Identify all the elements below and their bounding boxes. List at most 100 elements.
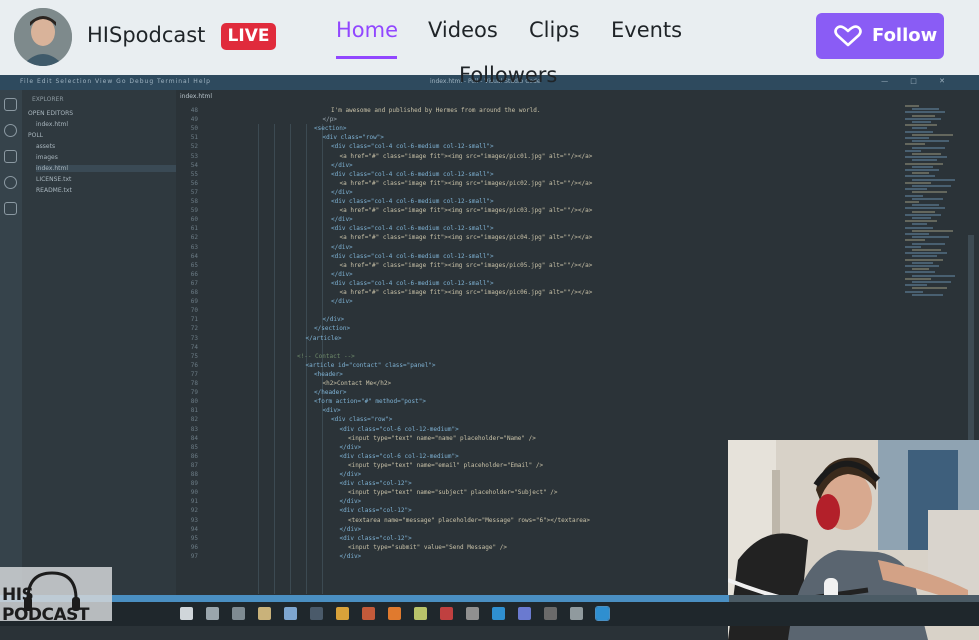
task-view-icon[interactable] xyxy=(232,607,245,620)
firefox-icon[interactable] xyxy=(388,607,401,620)
avatar[interactable] xyxy=(14,8,72,66)
minimap-line xyxy=(905,233,929,235)
line-number: 58 xyxy=(190,198,198,205)
code-line: </div> xyxy=(339,498,362,506)
line-number: 68 xyxy=(190,289,198,296)
tab-videos[interactable]: Videos xyxy=(428,18,498,42)
chrome-icon[interactable] xyxy=(336,607,349,620)
minimap-line xyxy=(912,127,927,130)
minimap-line xyxy=(905,239,925,242)
windows-taskbar xyxy=(0,602,979,626)
line-number: 60 xyxy=(190,216,198,224)
code-line: </div> xyxy=(339,525,362,533)
minimap-line xyxy=(912,217,931,219)
minimap-line xyxy=(912,133,953,136)
minimap-line xyxy=(905,156,947,159)
code-line: <div class="col-4 col-6-medium col-12-sm… xyxy=(331,198,494,205)
minimap-line xyxy=(912,121,931,123)
code-line: <a href="#" class="image fit"><img src="… xyxy=(339,289,593,296)
minimap-line xyxy=(905,258,943,261)
tree-item-selected: index.html xyxy=(36,165,176,172)
follow-label: Follow xyxy=(872,25,938,46)
tree-item: OPEN EDITORS xyxy=(28,110,74,117)
tree-item: index.html xyxy=(36,121,68,128)
code-line: <article id="contact" class="panel"> xyxy=(305,361,436,369)
code-line: <input type="submit" value="Send Message… xyxy=(348,543,507,551)
playback-progress[interactable] xyxy=(0,595,979,602)
minimap-line xyxy=(905,284,927,287)
line-number: 50 xyxy=(190,125,198,133)
minimap-line xyxy=(912,293,943,296)
code-line: <div class="col-4 col-6-medium col-12-sm… xyxy=(331,252,494,260)
vscode-icon[interactable] xyxy=(492,607,505,620)
tree-item: assets xyxy=(36,143,56,150)
code-line: <div class="col-6 col-12-medium"> xyxy=(339,452,459,460)
tab-home[interactable]: Home xyxy=(336,18,398,42)
minimap[interactable] xyxy=(905,105,965,305)
tab-clips[interactable]: Clips xyxy=(529,18,580,42)
minimap-line xyxy=(905,105,919,107)
obs-icon[interactable] xyxy=(544,607,557,620)
line-number: 93 xyxy=(190,516,198,524)
search-icon[interactable] xyxy=(206,607,219,620)
minimap-line xyxy=(905,265,939,267)
line-number: 65 xyxy=(190,261,198,269)
line-number: 63 xyxy=(190,243,198,251)
line-number: 92 xyxy=(190,507,198,515)
channel-name[interactable]: HISpodcast xyxy=(87,23,205,47)
code-line: </div> xyxy=(322,316,345,324)
code-line: <div class="row"> xyxy=(322,134,384,142)
start-icon[interactable] xyxy=(180,607,193,620)
steam-icon[interactable] xyxy=(310,607,323,620)
files-icon xyxy=(4,98,17,111)
game-icon[interactable] xyxy=(440,607,453,620)
line-number: 70 xyxy=(190,307,198,315)
stream-player[interactable]: File Edit Selection View Go Debug Termin… xyxy=(0,75,979,640)
code-line: <a href="#" class="image fit"><img src="… xyxy=(339,207,593,215)
line-number: 81 xyxy=(190,407,198,415)
line-number: 76 xyxy=(190,361,198,369)
settings-icon[interactable] xyxy=(570,607,583,620)
minimap-line xyxy=(905,124,937,127)
minimap-line xyxy=(912,153,941,155)
paint-icon[interactable] xyxy=(362,607,375,620)
tab-events[interactable]: Events xyxy=(611,18,682,42)
minimap-line xyxy=(905,271,935,274)
code-line: </div> xyxy=(331,243,353,251)
line-number: 83 xyxy=(190,425,198,433)
terminal-icon[interactable] xyxy=(466,607,479,620)
line-number: 66 xyxy=(190,270,198,278)
code-line: </div> xyxy=(331,188,353,196)
code-line: </article> xyxy=(305,334,342,342)
follow-button[interactable]: Follow xyxy=(816,13,944,59)
line-number: 97 xyxy=(190,552,198,560)
code-line: </p> xyxy=(322,116,337,124)
minimap-line xyxy=(912,146,945,149)
tree-item: POLL xyxy=(28,132,44,139)
minimap-line xyxy=(905,207,945,210)
code-line: <a href="#" class="image fit"><img src="… xyxy=(339,234,593,242)
minimap-line xyxy=(912,268,929,271)
code-line: <div class="col-4 col-6-medium col-12-sm… xyxy=(331,279,494,287)
minimap-line xyxy=(912,114,935,117)
line-number: 67 xyxy=(190,279,198,287)
tab-followers[interactable]: Followers xyxy=(459,63,557,87)
discord-icon[interactable] xyxy=(518,607,531,620)
minimap-line xyxy=(905,111,945,114)
line-number: 80 xyxy=(190,398,198,406)
minimap-line xyxy=(912,159,937,162)
minimap-line xyxy=(912,204,939,207)
mail-icon[interactable] xyxy=(284,607,297,620)
line-number: 69 xyxy=(190,298,198,306)
code-line: <h2>Contact Me</h2> xyxy=(322,380,392,387)
line-number: 71 xyxy=(190,316,198,324)
search-icon xyxy=(4,124,17,137)
line-number: 61 xyxy=(190,225,198,233)
podcast-logo-text: HIS PODCAST xyxy=(2,585,90,625)
line-number: 96 xyxy=(190,543,198,551)
vscode-active-icon[interactable] xyxy=(595,606,610,621)
notepad-icon[interactable] xyxy=(414,607,427,620)
line-number: 72 xyxy=(190,325,198,333)
scrollbar[interactable] xyxy=(968,235,974,455)
store-icon[interactable] xyxy=(258,607,271,620)
